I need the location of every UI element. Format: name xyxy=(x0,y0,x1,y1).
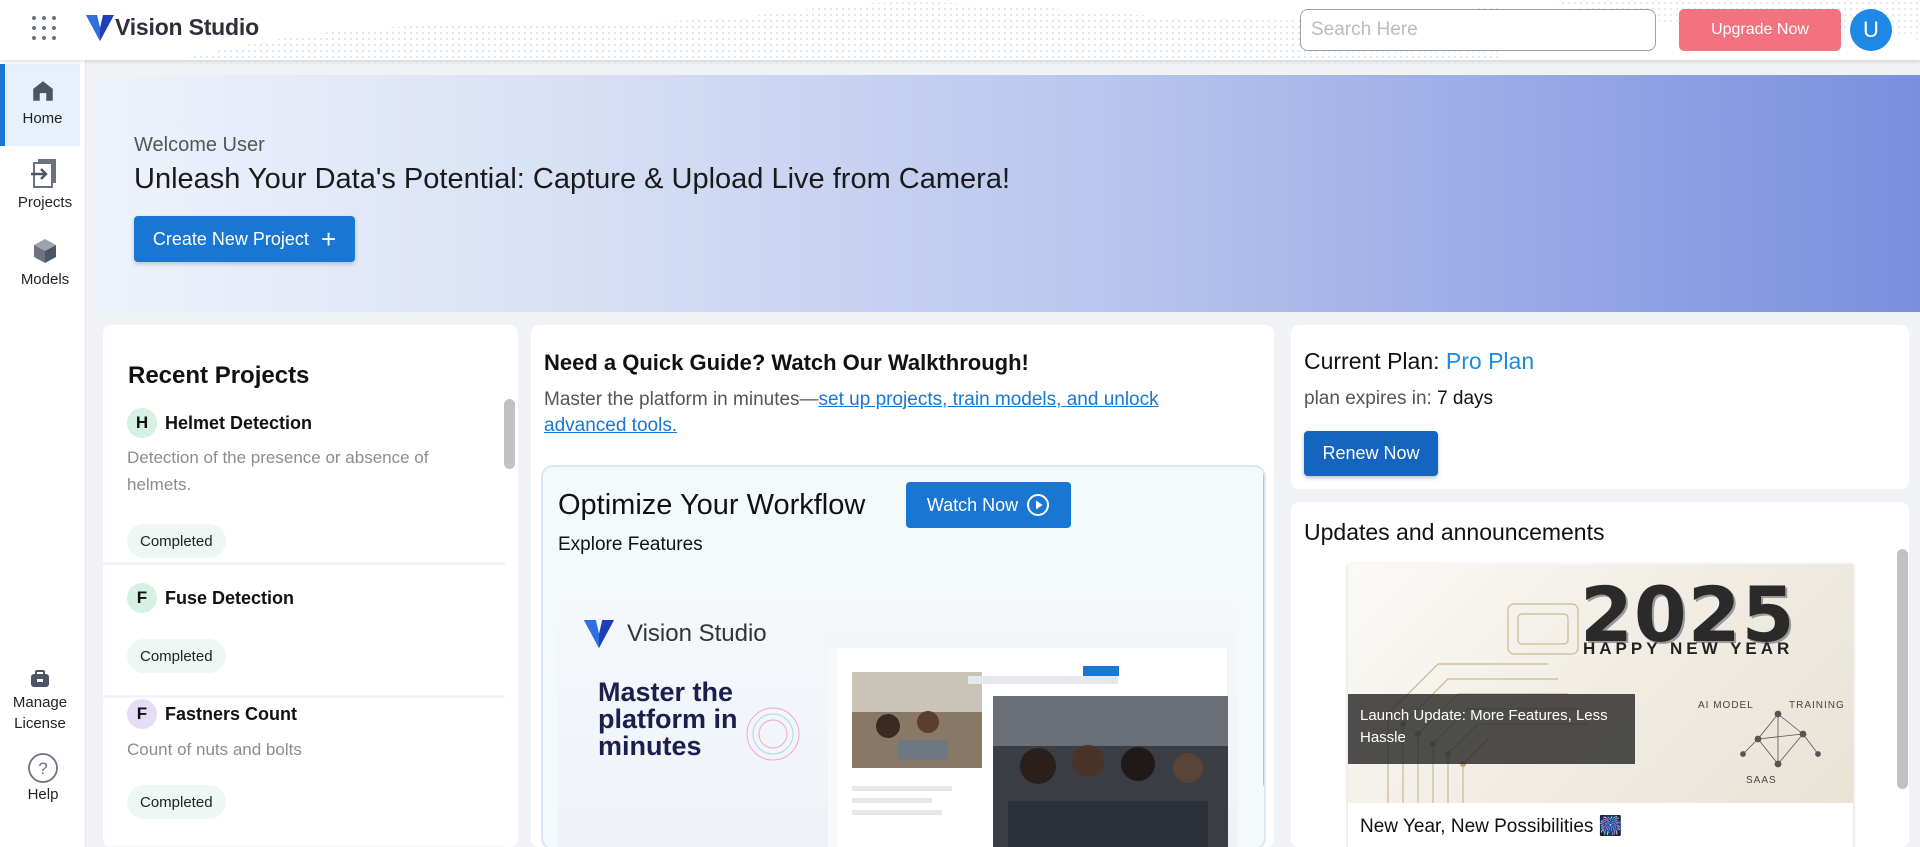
search-input[interactable] xyxy=(1300,9,1656,51)
announcement-greeting: HAPPY NEW YEAR xyxy=(1583,639,1794,658)
user-avatar[interactable]: U xyxy=(1850,9,1892,51)
sidebar-item-label: Projects xyxy=(17,194,73,211)
current-plan-panel: Current Plan: Pro Plan plan expires in: … xyxy=(1291,325,1909,489)
sidebar-item-projects[interactable]: Projects xyxy=(5,156,85,234)
renew-now-button[interactable]: Renew Now xyxy=(1304,431,1438,476)
thumbnail-brand: Vision Studio xyxy=(583,620,767,648)
sidebar-item-models[interactable]: Models xyxy=(5,237,85,307)
walkthrough-title: Need a Quick Guide? Watch Our Walkthroug… xyxy=(544,350,1029,375)
current-plan-label: Current Plan: xyxy=(1304,348,1440,374)
sidebar-item-manage-license[interactable]: Manage License xyxy=(0,670,80,745)
video-card-subtitle: Explore Features xyxy=(558,534,703,555)
sidebar-item-label: Models xyxy=(20,271,70,288)
project-name: Helmet Detection xyxy=(165,412,313,433)
project-card[interactable]: F Fastners Count Count of nuts and bolts… xyxy=(103,699,505,847)
upgrade-now-button[interactable]: Upgrade Now xyxy=(1679,9,1841,51)
announcement-caption: Launch Update: More Features, Less Hassl… xyxy=(1348,694,1635,764)
project-name: Fastners Count xyxy=(165,703,298,724)
status-badge: Completed xyxy=(127,524,226,558)
sidebar-item-home[interactable]: Home xyxy=(0,64,80,146)
status-badge: Completed xyxy=(127,639,226,673)
home-icon xyxy=(32,81,53,101)
project-card[interactable]: H Helmet Detection Detection of the pres… xyxy=(103,408,505,565)
thumbnail-rings-decoration xyxy=(746,707,800,761)
watch-now-button[interactable]: Watch Now xyxy=(906,482,1071,528)
vision-logo-icon xyxy=(86,14,114,41)
project-avatar: H xyxy=(127,408,157,438)
plan-expiry-line: plan expires in: 7 days xyxy=(1304,388,1493,410)
sidebar-item-label: Home xyxy=(22,110,63,127)
scrollbar-thumb[interactable] xyxy=(504,399,515,469)
help-icon: ? xyxy=(28,753,58,783)
walkthrough-video-card: Optimize Your Workflow Watch Now Explore… xyxy=(541,465,1266,847)
walkthrough-panel: Need a Quick Guide? Watch Our Walkthroug… xyxy=(531,325,1274,847)
project-card[interactable]: F Fuse Detection Completed xyxy=(103,583,505,698)
project-avatar: F xyxy=(127,583,157,613)
walkthrough-subtitle: Master the platform in minutes—set up pr… xyxy=(544,387,1224,439)
announcement-card[interactable]: 2025 HAPPY NEW YEAR AI MODEL TRAINING SA… xyxy=(1348,564,1853,847)
updates-title: Updates and announcements xyxy=(1304,519,1605,545)
svg-text:?: ? xyxy=(38,759,47,778)
sidebar-item-help[interactable]: ? Help xyxy=(3,752,83,822)
scrollbar-thumb[interactable] xyxy=(1263,469,1264,789)
announcement-tag-ai: AI MODEL xyxy=(1698,700,1754,711)
video-card-title: Optimize Your Workflow xyxy=(558,489,866,521)
project-name: Fuse Detection xyxy=(165,587,295,608)
project-description: Detection of the presence or absence of … xyxy=(127,448,429,494)
license-icon xyxy=(31,670,49,687)
watch-now-label: Watch Now xyxy=(926,494,1019,515)
video-thumbnail[interactable]: Vision Studio Master the platform in min… xyxy=(558,584,1238,847)
vision-logo-icon xyxy=(583,620,615,648)
status-badge: Completed xyxy=(127,785,226,819)
manage-license-label: Manage License xyxy=(12,694,68,732)
projects-icon xyxy=(31,159,56,188)
project-avatar: F xyxy=(127,699,157,729)
current-plan-line: Current Plan: Pro Plan xyxy=(1304,348,1534,375)
updates-panel: Updates and announcements 2025 HAPPY NEW… xyxy=(1291,502,1909,847)
cube-icon xyxy=(34,239,56,263)
help-label: Help xyxy=(27,786,59,803)
announcement-tag-training: TRAINING xyxy=(1789,700,1845,711)
announcement-image: 2025 HAPPY NEW YEAR AI MODEL TRAINING SA… xyxy=(1348,564,1853,803)
top-header: Vision Studio Upgrade Now U xyxy=(0,0,1920,60)
sidebar: Home Projects Models Manage License ? He… xyxy=(0,60,86,847)
announcement-tag-saas: SAAS xyxy=(1746,775,1777,786)
play-icon xyxy=(1027,494,1050,516)
walkthrough-subtitle-text: Master the platform in minutes— xyxy=(544,389,819,410)
welcome-text: Welcome User xyxy=(134,134,265,156)
plus-icon: + xyxy=(320,224,337,254)
recent-projects-panel: Recent Projects H Helmet Detection Detec… xyxy=(103,325,518,847)
project-description: Count of nuts and bolts xyxy=(127,740,302,759)
hero-title: Unleash Your Data's Potential: Capture &… xyxy=(134,163,1011,195)
recent-projects-title: Recent Projects xyxy=(128,362,310,389)
app-name: Vision Studio xyxy=(115,14,259,40)
scrollbar-thumb[interactable] xyxy=(1897,549,1908,789)
announcement-title: New Year, New Possibilities 🎆 xyxy=(1360,816,1623,837)
thumbnail-brand-text: Vision Studio xyxy=(627,620,767,647)
create-new-project-button[interactable]: Create New Project + xyxy=(134,216,355,262)
current-plan-name: Pro Plan xyxy=(1445,348,1535,374)
thumbnail-app-screenshot xyxy=(828,636,1228,847)
app-logo[interactable]: Vision Studio xyxy=(86,14,259,41)
create-button-label: Create New Project xyxy=(152,228,309,249)
apps-grid-icon[interactable] xyxy=(32,16,58,42)
plan-expiry-value: 7 days xyxy=(1437,388,1494,409)
plan-expiry-label: plan expires in: xyxy=(1304,388,1432,409)
